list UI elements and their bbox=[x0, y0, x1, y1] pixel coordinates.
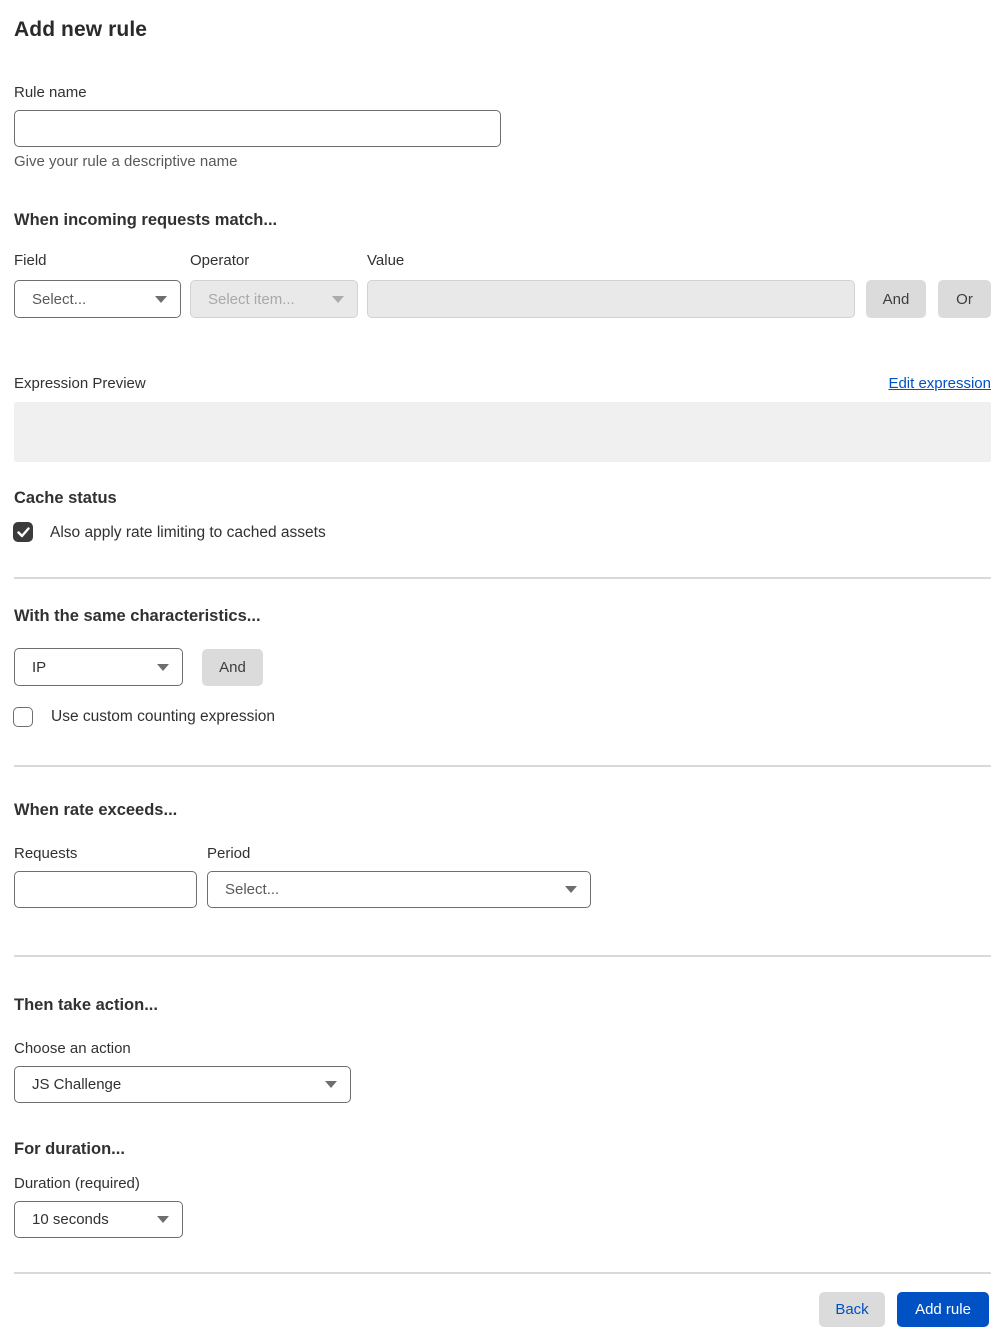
match-section-heading: When incoming requests match... bbox=[14, 211, 278, 229]
chevron-down-icon bbox=[332, 295, 344, 303]
chevron-down-icon bbox=[325, 1081, 337, 1088]
chevron-down-icon bbox=[157, 1216, 169, 1223]
chevron-down-icon bbox=[157, 663, 169, 671]
duration-heading: For duration... bbox=[14, 1140, 125, 1158]
characteristics-select-value: IP bbox=[32, 658, 47, 676]
footer-divider bbox=[14, 1272, 991, 1274]
period-label: Period bbox=[207, 845, 251, 862]
cached-assets-checkbox-label: Also apply rate limiting to cached asset… bbox=[50, 524, 326, 541]
page-title: Add new rule bbox=[14, 18, 148, 41]
custom-counting-checkbox[interactable] bbox=[13, 707, 33, 727]
check-icon bbox=[16, 526, 30, 537]
rate-heading: When rate exceeds... bbox=[14, 801, 178, 819]
or-condition-button[interactable]: Or bbox=[938, 280, 991, 318]
add-characteristic-button[interactable]: And bbox=[202, 649, 263, 686]
value-input bbox=[367, 280, 855, 318]
add-rule-form: Add new rule Rule name Give your rule a … bbox=[0, 0, 1002, 1340]
add-rule-button[interactable]: Add rule bbox=[897, 1292, 989, 1327]
duration-select-value: 10 seconds bbox=[32, 1211, 109, 1228]
action-select[interactable]: JS Challenge bbox=[14, 1066, 351, 1103]
choose-action-label: Choose an action bbox=[14, 1040, 131, 1057]
period-select-value: Select... bbox=[225, 881, 280, 898]
requests-input[interactable] bbox=[14, 871, 197, 908]
field-label: Field bbox=[14, 252, 47, 269]
custom-counting-checkbox-label: Use custom counting expression bbox=[51, 708, 276, 725]
operator-select: Select item... bbox=[190, 280, 358, 318]
and-condition-button[interactable]: And bbox=[866, 280, 926, 318]
back-button[interactable]: Back bbox=[819, 1292, 885, 1327]
section-divider bbox=[14, 765, 991, 767]
expression-preview-label: Expression Preview bbox=[14, 375, 146, 392]
operator-label: Operator bbox=[190, 252, 250, 269]
rule-name-label: Rule name bbox=[14, 84, 87, 101]
field-select-value: Select... bbox=[32, 290, 87, 308]
action-select-value: JS Challenge bbox=[32, 1076, 122, 1093]
expression-preview-box bbox=[14, 402, 991, 462]
value-label: Value bbox=[367, 252, 405, 269]
duration-label: Duration (required) bbox=[14, 1175, 140, 1192]
rule-name-helper: Give your rule a descriptive name bbox=[14, 153, 238, 170]
rule-name-input[interactable] bbox=[14, 110, 501, 147]
field-select[interactable]: Select... bbox=[14, 280, 181, 318]
requests-label: Requests bbox=[14, 845, 78, 862]
edit-expression-link[interactable]: Edit expression bbox=[888, 375, 991, 392]
duration-select[interactable]: 10 seconds bbox=[14, 1201, 183, 1238]
characteristics-select[interactable]: IP bbox=[14, 648, 183, 686]
period-select[interactable]: Select... bbox=[207, 871, 591, 908]
operator-select-value: Select item... bbox=[208, 290, 295, 308]
chevron-down-icon bbox=[565, 886, 577, 893]
cached-assets-checkbox[interactable] bbox=[13, 522, 33, 542]
chevron-down-icon bbox=[155, 295, 167, 303]
characteristics-heading: With the same characteristics... bbox=[14, 607, 261, 625]
section-divider bbox=[14, 577, 991, 579]
cache-status-heading: Cache status bbox=[14, 489, 117, 507]
action-heading: Then take action... bbox=[14, 996, 158, 1014]
section-divider bbox=[14, 955, 991, 957]
